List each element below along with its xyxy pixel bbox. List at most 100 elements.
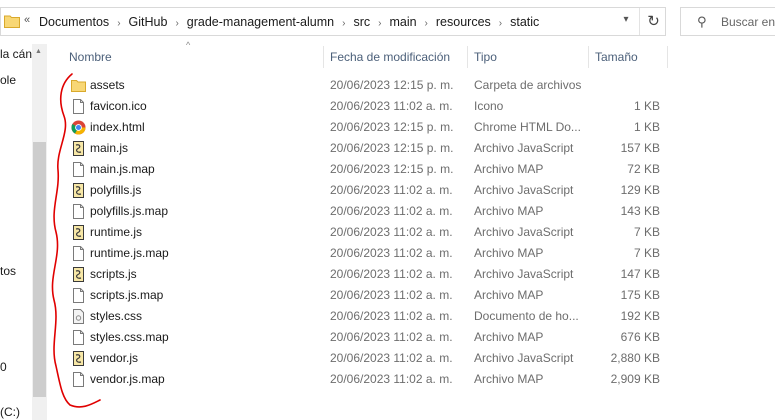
breadcrumb-separator-icon[interactable]: › [378,18,381,29]
file-row[interactable]: favicon.ico 20/06/2023 11:02 a. m. Icono 1 … [62,96,775,117]
nav-item[interactable]: tos [0,264,16,278]
file-row[interactable]: polyfills.js 20/06/2023 11:02 a. m. Archiv… [62,180,775,201]
file-name: runtime.js [90,225,143,239]
chevron-down-icon[interactable]: ▾ [619,14,633,25]
breadcrumb-separator-icon[interactable]: › [175,18,178,29]
file-row[interactable]: assets 20/06/2023 12:15 p. m. Carpeta de a… [62,75,775,96]
file-size: 129 KB [620,183,660,197]
file-modified: 20/06/2023 11:02 a. m. [330,330,453,344]
file-modified: 20/06/2023 12:15 p. m. [330,162,454,176]
file-size: 157 KB [620,141,660,155]
file-name: assets [90,78,125,92]
file-name: scripts.js [90,267,137,281]
file-row[interactable]: scripts.js 20/06/2023 11:02 a. m. Archivo … [62,264,775,285]
file-modified: 20/06/2023 11:02 a. m. [330,225,453,239]
file-size: 2,880 KB [610,351,660,365]
file-type: Icono [474,99,504,113]
scroll-up-arrow[interactable]: ▲ [35,48,42,55]
search-icon: ⚲ [697,14,707,29]
file-name: main.js [90,141,129,155]
file-modified: 20/06/2023 12:15 p. m. [330,141,454,155]
file-name: vendor.js [90,351,139,365]
nav-item[interactable]: 0 [0,360,7,374]
file-size: 192 KB [620,309,660,323]
column-divider[interactable] [588,46,589,68]
breadcrumb-item[interactable]: static [510,15,539,29]
file-row[interactable]: index.html 20/06/2023 12:15 p. m. Chrome H… [62,117,775,138]
file-name: polyfills.js [90,183,142,197]
file-size: 676 KB [620,330,660,344]
nav-scrollbar-thumb[interactable] [33,142,46,397]
file-type: Carpeta de archivos [474,78,582,92]
file-row[interactable]: main.js.map 20/06/2023 12:15 p. m. Archivo… [62,159,775,180]
file-type: Archivo MAP [474,330,544,344]
breadcrumb-item[interactable]: grade-management-alumn [187,15,334,29]
file-row[interactable]: vendor.js 20/06/2023 11:02 a. m. Archivo J… [62,348,775,369]
breadcrumb-item[interactable]: resources [436,15,491,29]
address-bar[interactable]: « Documentos › GitHub › grade-management-alu… [0,7,666,36]
file-type: Archivo JavaScript [474,351,574,365]
breadcrumb-item[interactable]: main [389,15,416,29]
folder-icon [4,15,20,28]
file-modified: 20/06/2023 11:02 a. m. [330,309,453,323]
column-header-type[interactable]: Tipo [474,44,497,70]
file-size: 143 KB [620,204,660,218]
file-name: main.js.map [90,162,155,176]
nav-item[interactable]: (C:) [0,405,20,419]
file-type: Archivo JavaScript [474,225,574,239]
breadcrumb-separator-icon[interactable]: › [425,18,428,29]
breadcrumb-item[interactable]: GitHub [129,15,168,29]
file-row[interactable]: runtime.js 20/06/2023 11:02 a. m. Archivo … [62,222,775,243]
column-header-name[interactable]: Nombre [69,44,112,70]
breadcrumb-separator-icon[interactable]: › [499,18,502,29]
refresh-button[interactable]: ↻ [639,8,667,35]
file-name: index.html [90,120,145,134]
nav-item[interactable]: ole [0,73,16,87]
column-header-size[interactable]: Tamaño [595,44,638,70]
file-modified: 20/06/2023 11:02 a. m. [330,183,453,197]
search-box[interactable]: ⚲ Buscar en [680,7,775,36]
file-row[interactable]: polyfills.js.map 20/06/2023 11:02 a. m. Ar… [62,201,775,222]
column-divider[interactable] [323,46,324,68]
file-type: Archivo JavaScript [474,141,574,155]
file-size: 72 KB [627,162,660,176]
file-type: Archivo JavaScript [474,267,574,281]
file-modified: 20/06/2023 11:02 a. m. [330,204,453,218]
file-size: 7 KB [633,225,660,239]
breadcrumb-item[interactable]: src [353,15,370,29]
file-row[interactable]: vendor.js.map 20/06/2023 11:02 a. m. Archi… [62,369,775,390]
file-name: favicon.ico [90,99,147,113]
breadcrumb-item[interactable]: Documentos [39,15,109,29]
nav-item[interactable]: la cán [0,47,32,61]
file-name: scripts.js.map [90,288,164,302]
file-row[interactable]: styles.css.map 20/06/2023 11:02 a. m. Arch… [62,327,775,348]
file-size: 1 KB [633,120,660,134]
file-row[interactable]: scripts.js.map 20/06/2023 11:02 a. m. Arch… [62,285,775,306]
file-modified: 20/06/2023 11:02 a. m. [330,288,453,302]
file-type: Archivo MAP [474,162,544,176]
file-type: Archivo MAP [474,246,544,260]
file-size: 147 KB [620,267,660,281]
column-header-modified[interactable]: Fecha de modificación [330,44,450,70]
file-row[interactable]: main.js 20/06/2023 12:15 p. m. Archivo Jav… [62,138,775,159]
breadcrumb-separator-icon[interactable]: › [342,18,345,29]
file-modified: 20/06/2023 12:15 p. m. [330,78,454,92]
file-row[interactable]: styles.css 20/06/2023 11:02 a. m. Document… [62,306,775,327]
file-size: 175 KB [620,288,660,302]
file-type: Archivo JavaScript [474,183,574,197]
breadcrumb: Documentos › GitHub › grade-management-alumn… [39,15,539,29]
breadcrumb-separator-icon[interactable]: › [117,18,120,29]
file-row[interactable]: runtime.js.map 20/06/2023 11:02 a. m. Arch… [62,243,775,264]
file-type: Archivo MAP [474,372,544,386]
column-divider[interactable] [667,46,668,68]
file-modified: 20/06/2023 11:02 a. m. [330,99,453,113]
file-size: 1 KB [633,99,660,113]
overflow-chevron[interactable]: « [24,14,30,26]
search-placeholder: Buscar en [721,15,775,29]
file-modified: 20/06/2023 11:02 a. m. [330,372,453,386]
file-modified: 20/06/2023 12:15 p. m. [330,120,454,134]
column-divider[interactable] [467,46,468,68]
sort-ascending-icon: ^ [186,40,191,50]
file-type: Chrome HTML Do... [474,120,581,134]
file-name: polyfills.js.map [90,204,169,218]
